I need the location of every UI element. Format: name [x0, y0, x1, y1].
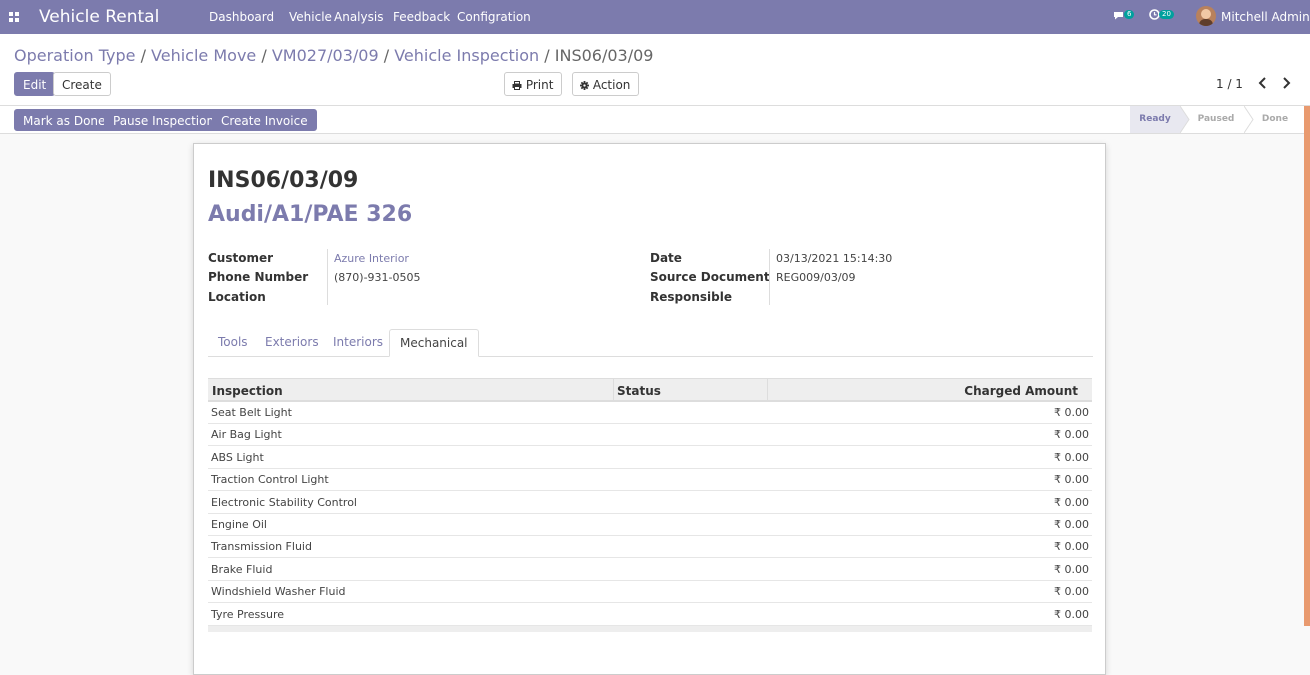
- tab-mechanical[interactable]: Mechanical: [389, 329, 479, 357]
- print-button[interactable]: Print: [504, 72, 563, 96]
- tab-exteriors[interactable]: Exteriors: [255, 329, 329, 356]
- charged-amount-cell: ₹ 0.00: [1054, 518, 1089, 531]
- status-steps: Ready Paused Done: [1130, 106, 1304, 133]
- inspection-name-cell: Tyre Pressure: [211, 607, 285, 621]
- record-name: INS06/03/09: [208, 168, 359, 193]
- control-panel: Operation Type / Vehicle Move / VM027/03…: [0, 34, 1310, 106]
- source-document-label: Source Document: [650, 270, 770, 284]
- table-row[interactable]: Engine Oil ₹ 0.00: [208, 514, 1092, 536]
- table-row[interactable]: Tyre Pressure ₹ 0.00: [208, 604, 1092, 626]
- app-name[interactable]: Vehicle Rental: [39, 7, 159, 27]
- apps-menu-icon[interactable]: [9, 12, 19, 22]
- table-row[interactable]: ABS Light ₹ 0.00: [208, 447, 1092, 469]
- create-button[interactable]: Create: [53, 72, 111, 96]
- activity-systray[interactable]: 20: [1149, 9, 1174, 23]
- pause-inspection-button[interactable]: Pause Inspection: [104, 109, 224, 131]
- action-button[interactable]: Action: [572, 72, 640, 96]
- inspection-name-cell: Brake Fluid: [211, 562, 273, 576]
- charged-amount-cell: ₹ 0.00: [1054, 607, 1089, 621]
- table-row[interactable]: Windshield Washer Fluid ₹ 0.00: [208, 581, 1092, 604]
- chevron-left-icon[interactable]: [1256, 74, 1270, 92]
- location-label: Location: [208, 290, 266, 304]
- inspection-name-cell: Electronic Stability Control: [211, 495, 357, 509]
- chat-systray[interactable]: 6: [1113, 9, 1135, 23]
- scroll-indicator: [1304, 106, 1310, 626]
- user-menu-name[interactable]: Mitchell Admin: [1221, 10, 1310, 24]
- chevron-right-icon[interactable]: [1279, 74, 1293, 92]
- status-step-done: Done: [1261, 114, 1289, 124]
- inspection-name-cell: Traction Control Light: [211, 473, 329, 487]
- responsible-label: Responsible: [650, 290, 732, 304]
- mark-as-done-button[interactable]: Mark as Done: [14, 109, 115, 131]
- create-invoice-button[interactable]: Create Invoice: [212, 109, 317, 131]
- charged-amount-cell: ₹ 0.00: [1054, 585, 1089, 599]
- breadcrumb-operation-type[interactable]: Operation Type: [14, 46, 135, 65]
- print-label: Print: [525, 78, 554, 92]
- form-sheet: INS06/03/09 Audi/A1/PAE 326 Customer Pho…: [193, 143, 1106, 675]
- phone-number-value: (870)-931-0505: [334, 271, 421, 284]
- status-step-paused: Paused: [1197, 114, 1235, 124]
- pager-value[interactable]: 1 / 1: [1216, 77, 1243, 91]
- breadcrumb-current: INS06/03/09: [554, 46, 654, 65]
- notebook-tabs: Tools Exteriors Interiors Mechanical: [208, 329, 1093, 357]
- menu-item-vehicle[interactable]: Vehicle: [289, 10, 332, 24]
- breadcrumb-vehicle-move[interactable]: Vehicle Move: [151, 46, 256, 65]
- menu-item-configration[interactable]: Configration: [457, 10, 531, 24]
- charged-amount-cell: ₹ 0.00: [1054, 495, 1089, 509]
- charged-amount-cell: ₹ 0.00: [1054, 562, 1089, 576]
- breadcrumb-vehicle-inspection[interactable]: Vehicle Inspection: [394, 46, 539, 65]
- charged-amount-cell: ₹ 0.00: [1054, 450, 1089, 464]
- table-header: Inspection Status Charged Amount: [208, 378, 1092, 402]
- menu-item-analysis[interactable]: Analysis: [334, 10, 383, 24]
- status-step-ready: Ready: [1130, 106, 1180, 133]
- date-value: 03/13/2021 15:14:30: [776, 252, 893, 265]
- charged-amount-cell: ₹ 0.00: [1054, 473, 1089, 487]
- tab-tools[interactable]: Tools: [208, 329, 258, 356]
- action-label: Action: [592, 78, 631, 92]
- statusbar: Mark as Done Pause Inspection Create Inv…: [0, 106, 1304, 134]
- date-label: Date: [650, 251, 682, 265]
- column-inspection[interactable]: Inspection: [212, 384, 283, 398]
- activity-count-badge: 20: [1159, 10, 1174, 19]
- inspection-name-cell: Air Bag Light: [211, 428, 282, 442]
- source-document-value: REG009/03/09: [776, 271, 856, 284]
- charged-amount-cell: ₹ 0.00: [1054, 428, 1089, 442]
- edit-button[interactable]: Edit: [14, 72, 56, 96]
- charged-amount-cell: ₹ 0.00: [1054, 406, 1089, 419]
- table-row[interactable]: Brake Fluid ₹ 0.00: [208, 559, 1092, 581]
- breadcrumb-move-record[interactable]: VM027/03/09: [272, 46, 379, 65]
- column-charged-amount[interactable]: Charged Amount: [964, 384, 1078, 398]
- vehicle-name[interactable]: Audi/A1/PAE 326: [208, 202, 412, 227]
- chat-count-badge: 6: [1124, 10, 1135, 19]
- tab-interiors[interactable]: Interiors: [323, 329, 393, 356]
- inspection-name-cell: Seat Belt Light: [211, 406, 292, 419]
- top-navbar: Vehicle Rental Dashboard Vehicle Analysi…: [0, 0, 1310, 34]
- table-row[interactable]: Traction Control Light ₹ 0.00: [208, 469, 1092, 492]
- table-row[interactable]: Seat Belt Light ₹ 0.00: [208, 402, 1092, 424]
- column-status[interactable]: Status: [617, 384, 661, 398]
- table-row[interactable]: Air Bag Light ₹ 0.00: [208, 424, 1092, 447]
- chat-icon: [1114, 12, 1123, 20]
- table-row[interactable]: Transmission Fluid ₹ 0.00: [208, 536, 1092, 559]
- print-icon: [512, 81, 522, 90]
- customer-value[interactable]: Azure Interior: [334, 252, 409, 265]
- inspection-name-cell: Windshield Washer Fluid: [211, 585, 346, 599]
- table-footer: [208, 626, 1092, 632]
- table-row[interactable]: Electronic Stability Control ₹ 0.00: [208, 492, 1092, 514]
- breadcrumb: Operation Type / Vehicle Move / VM027/03…: [14, 46, 654, 65]
- inspection-name-cell: Transmission Fluid: [211, 540, 312, 554]
- menu-item-feedback[interactable]: Feedback: [393, 10, 450, 24]
- charged-amount-cell: ₹ 0.00: [1054, 540, 1089, 554]
- avatar[interactable]: [1196, 6, 1216, 26]
- customer-label: Customer: [208, 251, 274, 265]
- gear-icon: [580, 81, 589, 90]
- menu-item-dashboard[interactable]: Dashboard: [209, 10, 274, 24]
- inspection-name-cell: ABS Light: [211, 450, 264, 464]
- phone-number-label: Phone Number: [208, 270, 309, 284]
- inspection-name-cell: Engine Oil: [211, 518, 267, 531]
